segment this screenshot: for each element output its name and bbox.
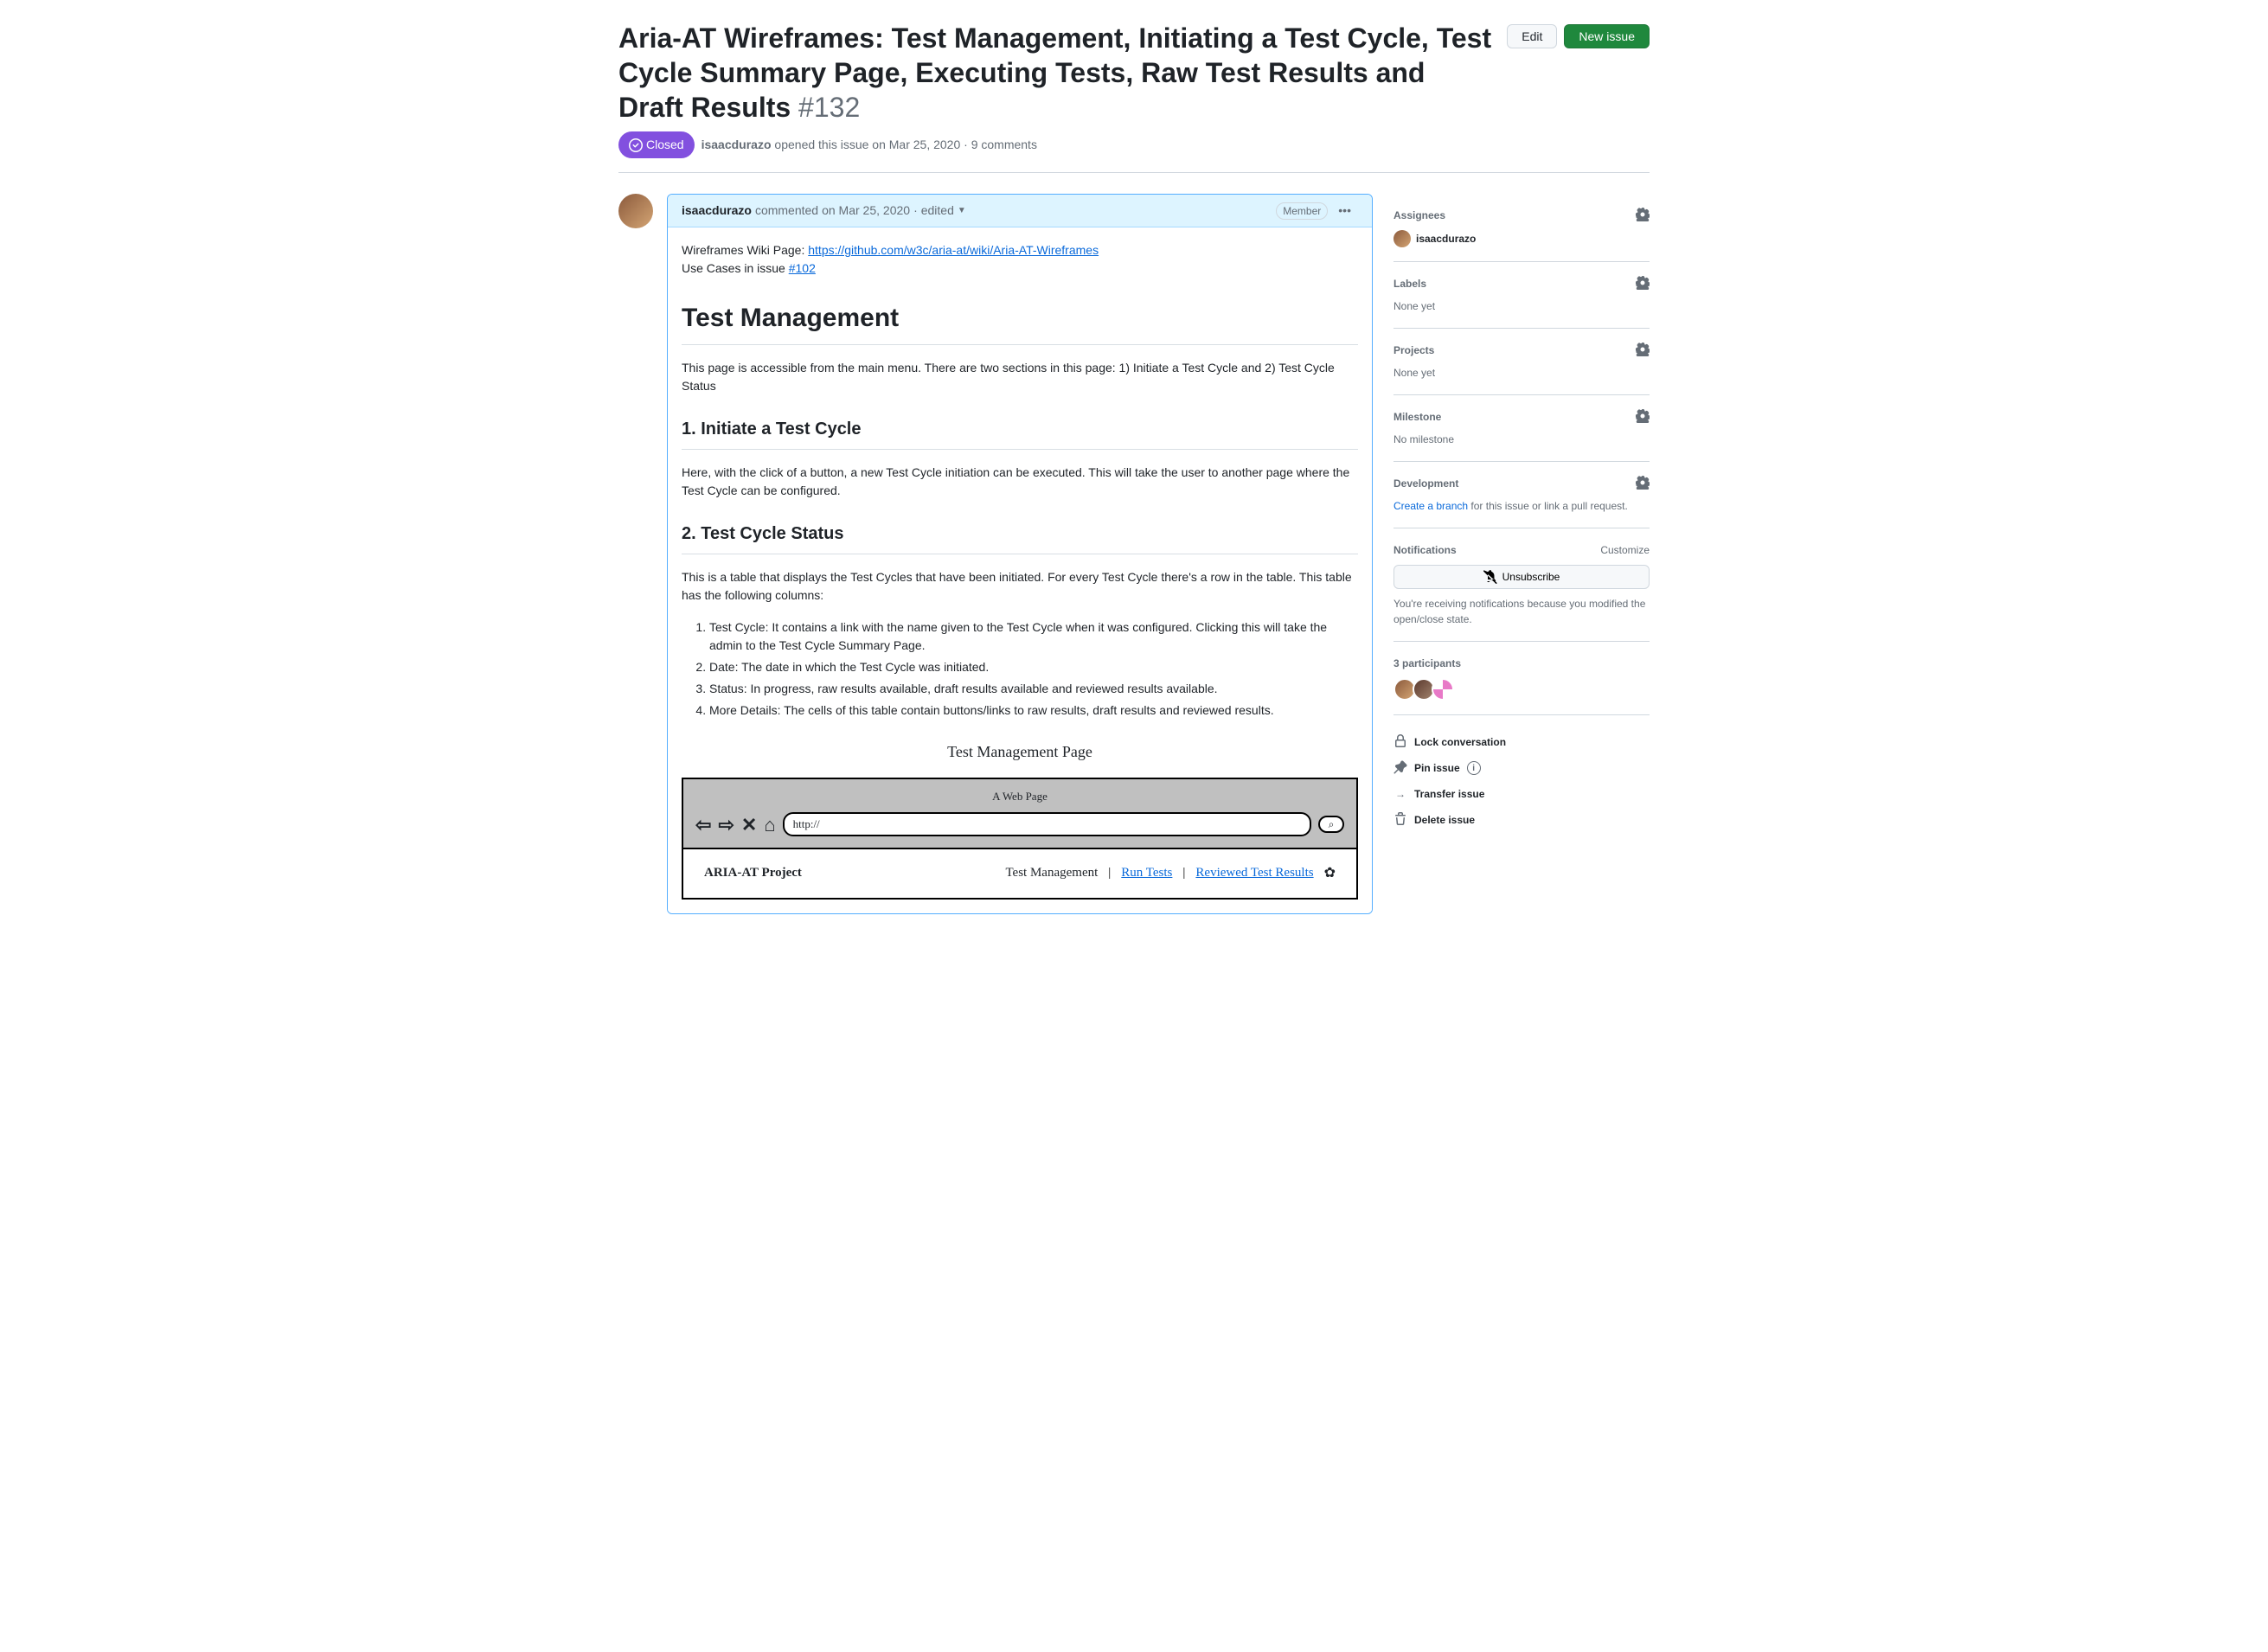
wiki-link[interactable]: https://github.com/w3c/aria-at/wiki/Aria… (808, 243, 1099, 257)
arrow-right-icon: → (1393, 786, 1407, 802)
columns-list: Test Cycle: It contains a link with the … (682, 618, 1358, 720)
wf-nav-reviewed: Reviewed Test Results (1195, 863, 1313, 883)
assignee-name[interactable]: isaacdurazo (1416, 231, 1476, 247)
new-issue-button[interactable]: New issue (1564, 24, 1650, 48)
comment-action: commented (755, 202, 818, 220)
kebab-icon[interactable]: ••• (1331, 202, 1358, 220)
list-item: Date: The date in which the Test Cycle w… (709, 658, 1358, 676)
closed-icon (629, 138, 643, 152)
list-item: More Details: The cells of this table co… (709, 701, 1358, 720)
milestone-value: No milestone (1393, 432, 1650, 447)
home-icon: ⌂ (764, 810, 775, 839)
participants-title: 3 participants (1393, 656, 1461, 671)
wf-nav-test-management: Test Management (1005, 863, 1098, 883)
gear-icon[interactable] (1636, 276, 1650, 291)
avatar[interactable] (618, 194, 653, 228)
edited-label[interactable]: edited (921, 202, 954, 220)
labels-value: None yet (1393, 298, 1650, 314)
para-test-management: This page is accessible from the main me… (682, 359, 1358, 395)
transfer-issue-button[interactable]: → Transfer issue (1393, 781, 1650, 807)
member-badge: Member (1276, 202, 1328, 220)
bell-slash-icon (1483, 570, 1497, 584)
gear-icon[interactable] (1636, 476, 1650, 491)
wf-nav-run-tests: Run Tests (1121, 863, 1172, 883)
assignees-title: Assignees (1393, 208, 1445, 223)
development-title: Development (1393, 476, 1458, 491)
para-initiate: Here, with the click of a button, a new … (682, 464, 1358, 500)
state-badge: Closed (618, 131, 695, 158)
labels-title: Labels (1393, 276, 1426, 291)
notifications-title: Notifications (1393, 542, 1457, 558)
wf-url-bar: http:// (783, 812, 1311, 836)
close-x-icon: ✕ (741, 810, 757, 839)
lock-icon (1393, 734, 1407, 750)
wf-brand: ARIA-AT Project (704, 863, 802, 883)
info-icon[interactable]: i (1467, 761, 1481, 775)
edit-button[interactable]: Edit (1507, 24, 1557, 48)
development-text: for this issue or link a pull request. (1468, 500, 1628, 512)
heading-test-management: Test Management (682, 298, 1358, 345)
issue-title: Aria-AT Wireframes: Test Management, Ini… (618, 21, 1493, 125)
projects-value: None yet (1393, 365, 1650, 381)
gear-icon[interactable] (1636, 409, 1650, 425)
create-branch-link[interactable]: Create a branch (1393, 500, 1468, 512)
delete-issue-button[interactable]: Delete issue (1393, 807, 1650, 833)
list-item: Status: In progress, raw results availab… (709, 680, 1358, 698)
heading-initiate: 1. Initiate a Test Cycle (682, 416, 1358, 450)
wf-browser-title: A Web Page (695, 788, 1344, 805)
assignee-avatar[interactable] (1393, 230, 1411, 247)
lock-conversation-button[interactable]: Lock conversation (1393, 729, 1650, 755)
unsubscribe-button[interactable]: Unsubscribe (1393, 565, 1650, 589)
wireframe-image: A Web Page ⇦ ⇨ ✕ ⌂ http:// ⌕ (682, 778, 1358, 900)
search-icon: ⌕ (1318, 816, 1344, 833)
wf-gear-icon: ✿ (1324, 863, 1336, 884)
issue-author[interactable]: isaacdurazo (702, 138, 772, 151)
comment-author[interactable]: isaacdurazo (682, 202, 752, 220)
wireframe-title: Test Management Page (682, 733, 1358, 771)
para-status: This is a table that displays the Test C… (682, 568, 1358, 605)
list-item: Test Cycle: It contains a link with the … (709, 618, 1358, 655)
pin-issue-button[interactable]: Pin issue i (1393, 755, 1650, 781)
issue-title-text: Aria-AT Wireframes: Test Management, Ini… (618, 22, 1491, 123)
comment-header: isaacdurazo commented on Mar 25, 2020 · … (668, 195, 1372, 227)
notifications-desc: You're receiving notifications because y… (1393, 596, 1650, 627)
heading-status: 2. Test Cycle Status (682, 521, 1358, 554)
comment-date[interactable]: on Mar 25, 2020 (822, 202, 910, 220)
chevron-down-icon[interactable]: ▼ (958, 204, 966, 217)
gear-icon[interactable] (1636, 208, 1650, 223)
milestone-title: Milestone (1393, 409, 1441, 425)
usecase-link[interactable]: #102 (789, 261, 816, 275)
issue-meta: isaacdurazo opened this issue on Mar 25,… (702, 136, 1037, 154)
back-arrow-icon: ⇦ (695, 810, 711, 839)
gear-icon[interactable] (1636, 343, 1650, 358)
customize-link[interactable]: Customize (1600, 542, 1650, 558)
forward-arrow-icon: ⇨ (718, 810, 734, 839)
issue-number: #132 (798, 92, 860, 123)
pin-icon (1393, 760, 1407, 776)
state-text: Closed (646, 136, 684, 154)
participant-avatar[interactable] (1432, 678, 1454, 701)
projects-title: Projects (1393, 343, 1434, 358)
comment-body: Wireframes Wiki Page: https://github.com… (668, 227, 1372, 913)
trash-icon (1393, 812, 1407, 828)
